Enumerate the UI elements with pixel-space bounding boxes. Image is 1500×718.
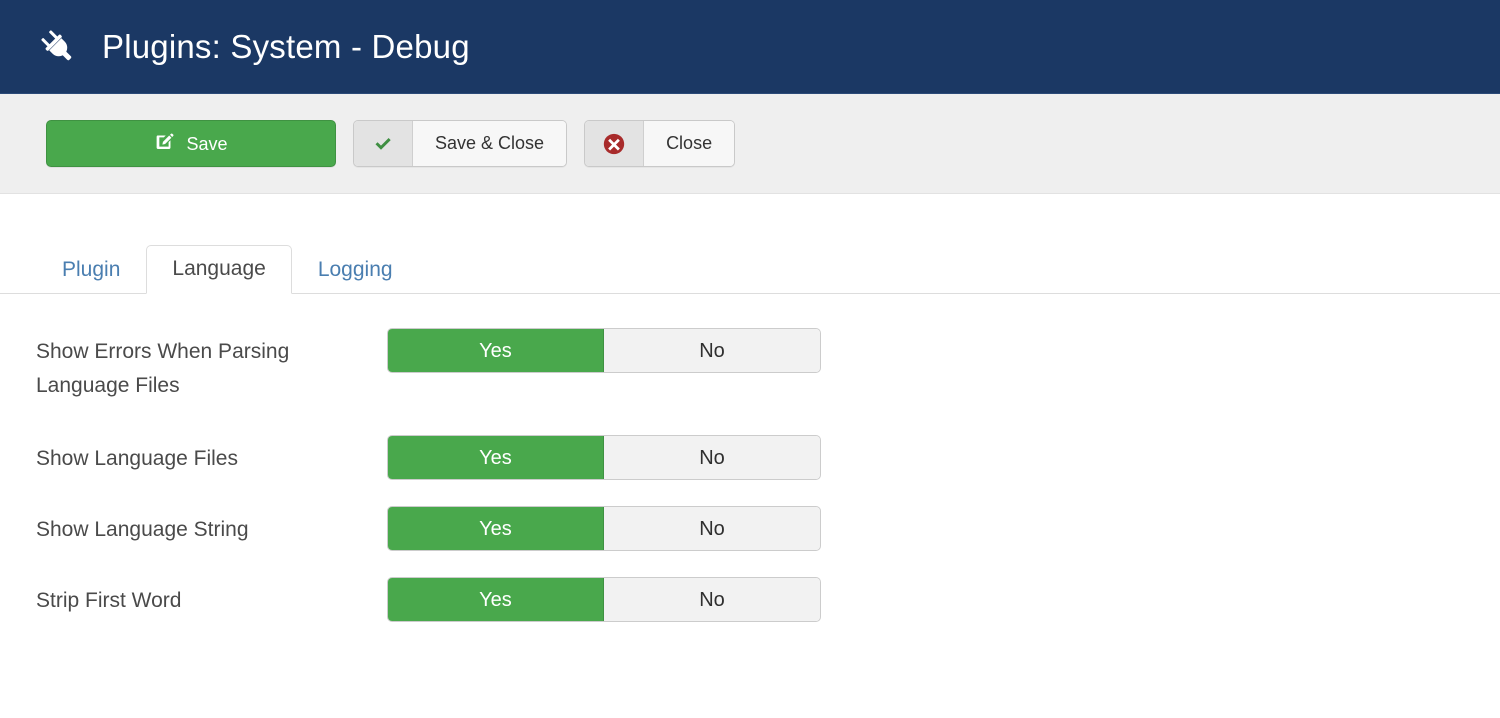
toggle-show-language-string[interactable]: Yes No — [387, 506, 821, 551]
check-icon — [354, 121, 413, 166]
field-row-show-language-files: Show Language Files Yes No — [36, 435, 1500, 480]
close-circle-icon — [585, 121, 644, 166]
toggle-option-no[interactable]: No — [604, 578, 820, 621]
edit-square-icon — [154, 131, 175, 157]
page-header: Plugins: System - Debug — [0, 0, 1500, 94]
tab-logging[interactable]: Logging — [292, 246, 419, 294]
field-label: Show Language Files — [36, 435, 387, 476]
toggle-option-yes[interactable]: Yes — [388, 507, 604, 550]
field-row-show-language-string: Show Language String Yes No — [36, 506, 1500, 551]
toggle-option-no[interactable]: No — [604, 507, 820, 550]
close-button-label: Close — [644, 121, 734, 166]
field-row-show-errors-when-parsing-language-files: Show Errors When Parsing Language Files … — [36, 328, 1500, 403]
toolbar: Save Save & Close Close — [0, 94, 1500, 194]
save-and-close-button[interactable]: Save & Close — [353, 120, 567, 167]
toggle-show-language-files[interactable]: Yes No — [387, 435, 821, 480]
tab-language[interactable]: Language — [146, 245, 291, 294]
plug-icon — [38, 27, 78, 67]
tab-area: Plugin Language Logging — [0, 194, 1500, 294]
save-and-close-label: Save & Close — [413, 121, 566, 166]
toggle-option-yes[interactable]: Yes — [388, 329, 604, 372]
toggle-show-errors-when-parsing-language-files[interactable]: Yes No — [387, 328, 821, 373]
page-title: Plugins: System - Debug — [102, 30, 470, 63]
field-label: Strip First Word — [36, 577, 387, 618]
toggle-option-no[interactable]: No — [604, 436, 820, 479]
toggle-option-no[interactable]: No — [604, 329, 820, 372]
save-button-label: Save — [186, 135, 227, 153]
tab-plugin[interactable]: Plugin — [36, 246, 146, 294]
field-row-strip-first-word: Strip First Word Yes No — [36, 577, 1500, 622]
tab-strip: Plugin Language Logging — [0, 232, 1500, 294]
close-button[interactable]: Close — [584, 120, 735, 167]
toggle-option-yes[interactable]: Yes — [388, 578, 604, 621]
form-area: Show Errors When Parsing Language Files … — [0, 294, 1500, 622]
toggle-strip-first-word[interactable]: Yes No — [387, 577, 821, 622]
toggle-option-yes[interactable]: Yes — [388, 436, 604, 479]
field-label: Show Language String — [36, 506, 387, 547]
save-button[interactable]: Save — [46, 120, 336, 167]
field-label: Show Errors When Parsing Language Files — [36, 328, 387, 403]
